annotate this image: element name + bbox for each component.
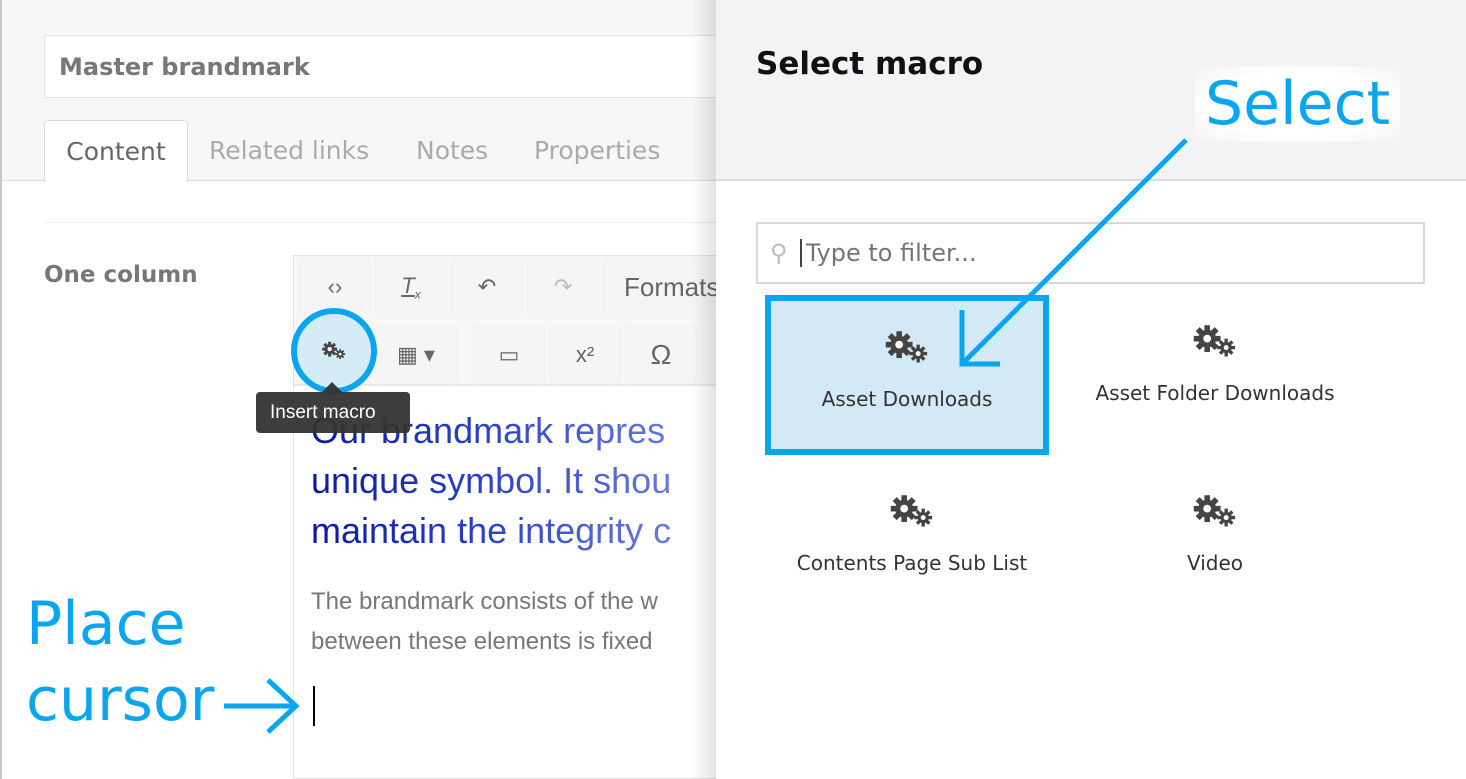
arrow-to-macro — [959, 138, 1188, 367]
insert-macro-tooltip: Insert macro — [256, 382, 410, 433]
annotation-arrows — [224, 138, 1188, 734]
arrow-to-cursor — [224, 678, 300, 734]
